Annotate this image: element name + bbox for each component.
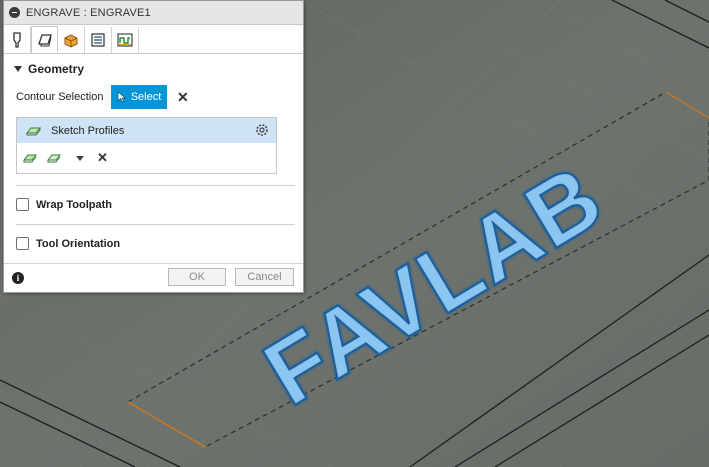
remove-contour-icon[interactable]: ✕ <box>97 150 108 166</box>
tool-orientation-checkbox[interactable] <box>16 237 29 250</box>
select-button-label: Select <box>130 91 162 103</box>
geometry-heading: Geometry <box>28 62 85 76</box>
list-tools: ✕ <box>17 143 276 173</box>
wrap-toolpath-label: Wrap Toolpath <box>36 198 112 211</box>
gear-icon[interactable] <box>254 122 270 138</box>
dialog-footer: i OK Cancel <box>4 263 303 293</box>
cancel-button[interactable]: Cancel <box>235 268 294 286</box>
collapse-icon[interactable] <box>9 7 20 18</box>
collapse-caret-icon <box>14 66 22 72</box>
tab-tool[interactable] <box>4 27 31 53</box>
tool-icon <box>13 32 21 48</box>
sketch-profile-icon <box>25 127 42 135</box>
add-profile-icon[interactable] <box>23 152 39 165</box>
list-item-label: Sketch Profiles <box>51 124 125 137</box>
list-item-sketch-profiles[interactable]: Sketch Profiles <box>17 118 276 143</box>
dialog-tabs <box>4 25 303 54</box>
geometry-icon <box>37 33 52 46</box>
contour-selection-row: Contour Selection Select ✕ <box>16 85 296 109</box>
ok-button[interactable]: OK <box>168 268 226 286</box>
heights-icon <box>64 34 78 48</box>
dialog-titlebar: ENGRAVE : ENGRAVE1 <box>4 1 303 25</box>
tab-heights[interactable] <box>58 27 85 53</box>
contour-list: Sketch Profiles ✕ <box>16 117 277 174</box>
divider <box>16 185 295 186</box>
tab-linking[interactable] <box>112 27 139 53</box>
wrap-toolpath-option[interactable]: Wrap Toolpath <box>16 198 112 211</box>
add-open-contour-icon[interactable] <box>47 152 63 165</box>
tab-geometry[interactable] <box>31 26 58 53</box>
select-button[interactable]: Select <box>111 85 167 109</box>
info-icon[interactable]: i <box>12 272 24 284</box>
passes-icon <box>91 33 105 47</box>
wrap-toolpath-checkbox[interactable] <box>16 198 29 211</box>
dialog-title: ENGRAVE : ENGRAVE1 <box>26 6 151 19</box>
cursor-arrow-icon <box>117 91 127 103</box>
tab-passes[interactable] <box>85 27 112 53</box>
engrave-dialog: ENGRAVE : ENGRAVE1 Geometry Contour Sele… <box>3 0 304 293</box>
clear-selection-icon[interactable]: ✕ <box>177 89 189 106</box>
dropdown-arrow-icon[interactable] <box>75 153 85 163</box>
divider <box>16 224 295 225</box>
contour-selection-label: Contour Selection <box>16 91 104 103</box>
linking-icon <box>117 33 133 47</box>
tool-orientation-option[interactable]: Tool Orientation <box>16 237 120 250</box>
tool-orientation-label: Tool Orientation <box>36 237 121 250</box>
geometry-section-header[interactable]: Geometry <box>14 62 84 76</box>
